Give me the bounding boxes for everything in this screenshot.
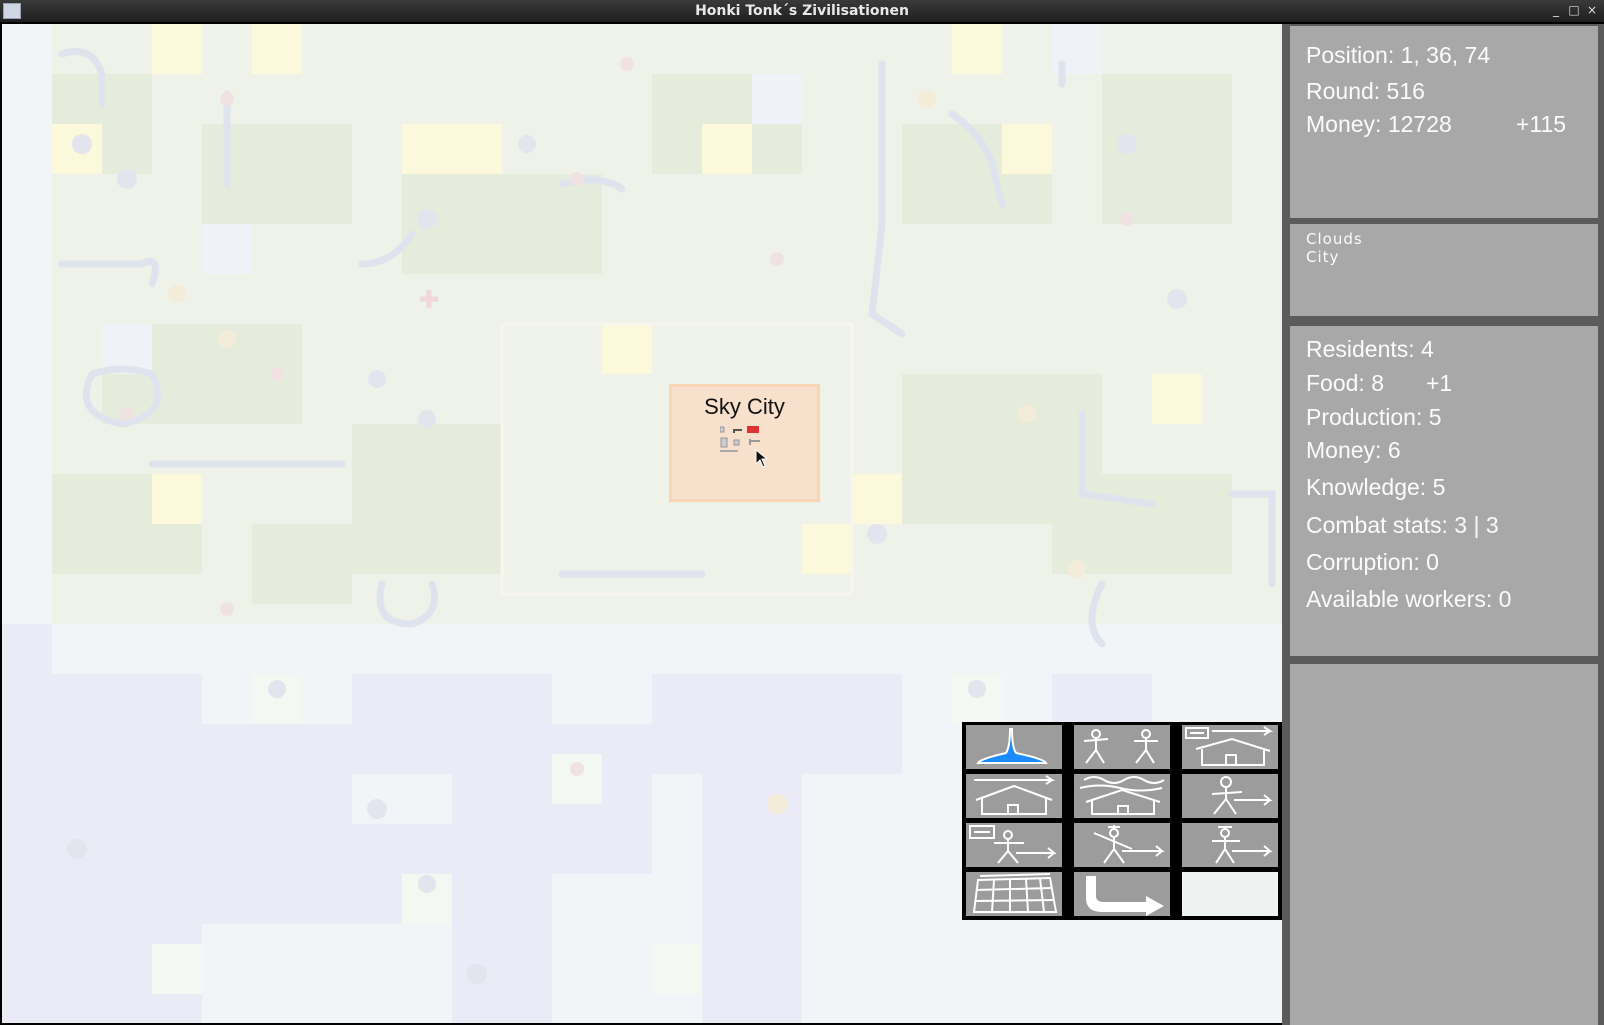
window-titlebar: Honki Tonk´s Zivilisationen _ □ × xyxy=(0,0,1604,22)
window-title: Honki Tonk´s Zivilisationen xyxy=(695,3,909,19)
info-sidebar: Position: 1, 36, 74 Round: 516 Money: 12… xyxy=(1282,24,1604,1025)
money-delta-text: +115 xyxy=(1516,111,1567,137)
house-arrow-icon xyxy=(974,775,1056,815)
food-delta-text: +1 xyxy=(1426,370,1453,396)
minimize-button[interactable]: _ xyxy=(1548,2,1564,18)
city-sky-city[interactable]: Sky City xyxy=(669,384,820,502)
action-panel xyxy=(962,722,1282,920)
soldier-arrow-icon xyxy=(1093,825,1165,864)
water-drop-icon xyxy=(976,728,1048,764)
mouse-cursor xyxy=(755,449,769,468)
city-money-text: Money: 6 xyxy=(1306,437,1401,463)
house-upgrade-button[interactable] xyxy=(1074,774,1170,818)
two-workers-icon xyxy=(1083,729,1158,764)
house-arrow-button[interactable] xyxy=(966,774,1062,818)
production-text: Production: 5 xyxy=(1306,404,1442,430)
worker-arrow-button[interactable] xyxy=(1182,774,1278,818)
empty-info-panel xyxy=(1290,664,1598,1025)
money-text: Money: 12728 xyxy=(1306,111,1452,137)
food-text: Food: 8 xyxy=(1306,370,1384,396)
water-drop-button[interactable] xyxy=(966,725,1062,769)
corruption-text: Corruption: 0 xyxy=(1306,549,1439,575)
city-stats-panel: Residents: 4 Food: 8 +1 Production: 5 Mo… xyxy=(1290,326,1598,656)
workers-text: Available workers: 0 xyxy=(1306,586,1512,612)
turn-arrow-button[interactable] xyxy=(1074,872,1170,916)
tile-info-panel: Clouds City xyxy=(1290,224,1598,316)
field-grid-button[interactable] xyxy=(966,872,1062,916)
soldier-arrow-button[interactable] xyxy=(1074,823,1170,867)
status-panel: Position: 1, 36, 74 Round: 516 Money: 12… xyxy=(1290,26,1598,218)
build-house-sign-icon xyxy=(1185,726,1274,766)
residents-text: Residents: 4 xyxy=(1306,336,1434,362)
settler-arrow-button[interactable] xyxy=(1182,823,1278,867)
position-text: Position: 1, 36, 74 xyxy=(1306,42,1491,68)
empty-action-slot xyxy=(1182,872,1278,916)
maximize-button[interactable]: □ xyxy=(1566,2,1582,18)
house-upgrade-icon xyxy=(1079,776,1165,815)
two-workers-button[interactable] xyxy=(1074,725,1170,769)
worker-sign-arrow-icon xyxy=(969,825,1057,864)
turn-arrow-icon xyxy=(1086,876,1164,916)
terrain-text: Clouds xyxy=(1306,230,1363,248)
tile-feature-text: City xyxy=(1306,248,1340,266)
combat-stats-text: Combat stats: 3 | 3 xyxy=(1306,512,1499,538)
city-name-label: Sky City xyxy=(704,394,785,419)
round-text: Round: 516 xyxy=(1306,78,1425,104)
worker-arrow-icon xyxy=(1211,776,1273,815)
build-house-sign-button[interactable] xyxy=(1182,725,1278,769)
settler-arrow-icon xyxy=(1212,826,1273,864)
field-grid-icon xyxy=(972,873,1058,913)
close-button[interactable]: × xyxy=(1584,2,1600,18)
worker-sign-arrow-button[interactable] xyxy=(966,823,1062,867)
knowledge-text: Knowledge: 5 xyxy=(1306,474,1446,500)
